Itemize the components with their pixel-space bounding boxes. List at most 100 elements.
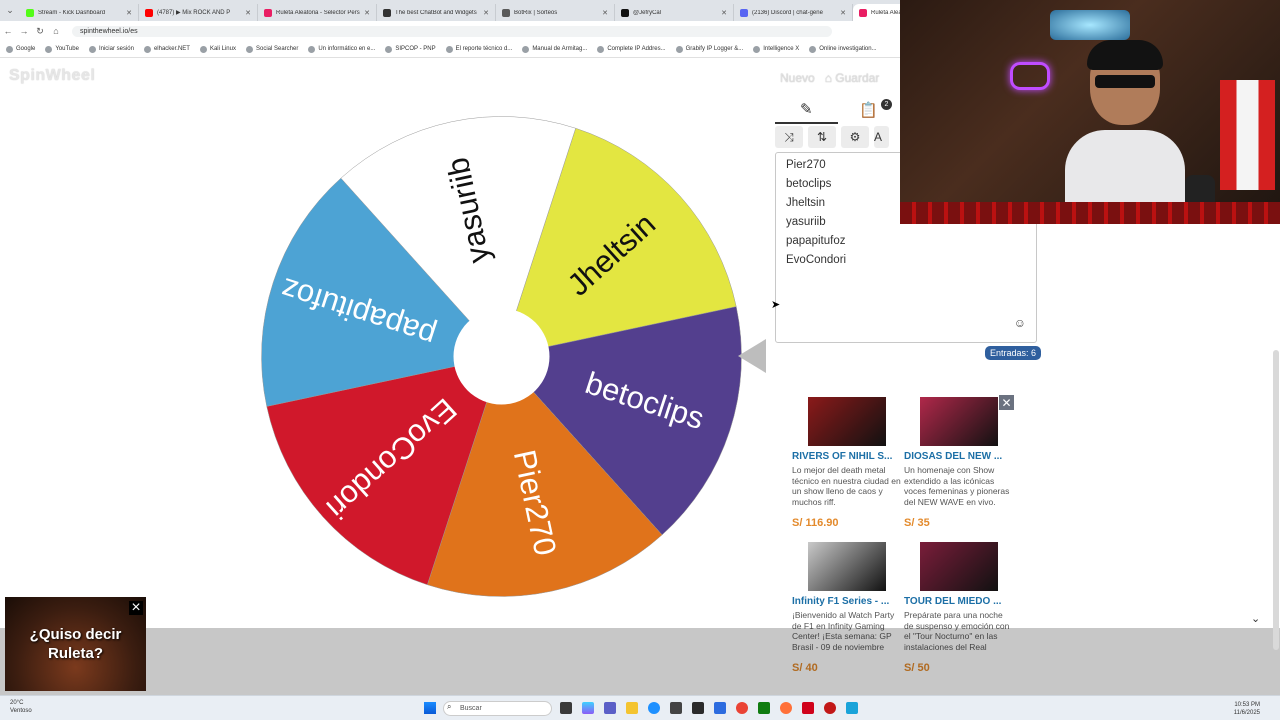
- app-icon[interactable]: [692, 702, 704, 714]
- sunglasses-shape: [1095, 75, 1155, 88]
- obs-icon[interactable]: [802, 702, 814, 714]
- bookmark-item[interactable]: Google: [6, 45, 35, 53]
- promo-line-2: Ruleta?: [47, 645, 103, 662]
- store-icon[interactable]: [670, 702, 682, 714]
- tab-close-icon[interactable]: ✕: [840, 9, 846, 17]
- taskbar-search[interactable]: Buscar: [443, 701, 552, 716]
- tab-close-icon[interactable]: ✕: [602, 9, 608, 17]
- bookmark-item[interactable]: Intelligence X: [753, 45, 799, 53]
- file-explorer-icon[interactable]: [626, 702, 638, 714]
- bookmark-item[interactable]: Social Searcher: [245, 45, 298, 53]
- settings-button[interactable]: ⚙: [841, 126, 869, 148]
- ad-title[interactable]: Infinity F1 Series - ...: [792, 596, 902, 607]
- browser-tab[interactable]: BotRix | Sorteos ✕: [496, 4, 615, 21]
- tab-edit[interactable]: ✎: [775, 96, 838, 124]
- windows-taskbar: 20°C Ventoso Buscar ⌕ 10:53 PM 11/6/2025: [0, 695, 1280, 720]
- new-button[interactable]: Nuevo: [780, 71, 815, 85]
- bookmark-favicon-icon: [308, 45, 316, 53]
- bookmark-label: El reporte técnico d...: [455, 46, 513, 52]
- ad-image[interactable]: [920, 397, 998, 446]
- browser-tab[interactable]: (2136) Discord | chat-gene ✕: [734, 4, 853, 21]
- calculator-icon[interactable]: [846, 702, 858, 714]
- teams-icon[interactable]: [604, 702, 616, 714]
- bookmark-item[interactable]: El reporte técnico d...: [445, 45, 513, 53]
- back-icon[interactable]: ←: [0, 26, 16, 36]
- bookmark-item[interactable]: Manual de Armitag...: [522, 45, 587, 53]
- vscode-icon[interactable]: [714, 702, 726, 714]
- ad-image[interactable]: [808, 542, 886, 591]
- bookmark-item[interactable]: elhacker.NET: [143, 45, 190, 53]
- save-button[interactable]: ⌂ Guardar: [825, 71, 880, 85]
- taskview-icon[interactable]: [560, 702, 572, 714]
- home-icon[interactable]: ⌂: [48, 26, 64, 36]
- xbox-icon[interactable]: [758, 702, 770, 714]
- bookmark-item[interactable]: Complete IP Addres...: [597, 45, 666, 53]
- url-input[interactable]: spinthewheel.io/es: [72, 25, 832, 37]
- wheel-svg[interactable]: JheltsinbetoclipsPier270EvoCondoripapapi…: [259, 114, 744, 599]
- bookmark-label: Grabify IP Logger &...: [685, 46, 744, 52]
- wheel-center[interactable]: [453, 308, 550, 405]
- ad-close-button[interactable]: ✕: [999, 395, 1014, 410]
- entry-line[interactable]: papapitufoz: [786, 233, 1026, 252]
- weather-widget[interactable]: 20°C Ventoso: [10, 699, 32, 715]
- bookmark-item[interactable]: SIPCOP - PNP: [385, 45, 436, 53]
- ad-card[interactable]: RIVERS OF NIHIL S... Lo mejor del death m…: [792, 397, 902, 529]
- system-clock[interactable]: 10:53 PM 11/6/2025: [1222, 701, 1260, 717]
- bookmark-label: Iniciar sesión: [98, 46, 134, 52]
- promo-close-button[interactable]: ×: [129, 600, 143, 616]
- spin-wheel[interactable]: Jheltsin betoclips Pier270 EvoCondori papapi…: [259, 114, 744, 599]
- tab-title: The best ChatBot and Widgets: [395, 9, 477, 16]
- browser-tab[interactable]: Ruleta Aleatoria - Selector Pers ✕: [258, 4, 377, 21]
- reload-icon[interactable]: ↻: [32, 26, 48, 37]
- sort-button[interactable]: ⇅: [808, 126, 836, 148]
- emoji-icon[interactable]: ☺: [1014, 316, 1026, 330]
- bookmark-item[interactable]: Online investigation...: [809, 45, 877, 53]
- bookmark-favicon-icon: [88, 45, 96, 53]
- promo-text: ¿Quiso decir Ruleta?: [5, 625, 146, 663]
- ad-card[interactable]: DIOSAS DEL NEW ... Un homenaje con Show e…: [904, 397, 1014, 529]
- entries-toolbar: ⤨ ⇅ ⚙ A: [775, 126, 900, 148]
- forward-icon[interactable]: →: [16, 26, 32, 36]
- bookmark-favicon-icon: [245, 45, 253, 53]
- shuffle-button[interactable]: ⤨: [775, 126, 803, 148]
- windows-start-icon[interactable]: [424, 702, 436, 714]
- browser-tab[interactable]: The best ChatBot and Widgets ✕: [377, 4, 496, 21]
- panel-tabs: ✎ 📋 2: [775, 96, 900, 124]
- chrome-icon[interactable]: [736, 702, 748, 714]
- chevron-down-icon[interactable]: ⌄: [1251, 612, 1260, 625]
- browser-tab[interactable]: @JefryCal ✕: [615, 4, 734, 21]
- ad-title[interactable]: TOUR DEL MIEDO ...: [904, 596, 1014, 607]
- ad-title[interactable]: RIVERS OF NIHIL S...: [792, 451, 902, 462]
- ad-image[interactable]: [920, 542, 998, 591]
- tab-close-icon[interactable]: ✕: [245, 9, 251, 17]
- tab-results[interactable]: 📋 2: [838, 96, 901, 124]
- ad-title[interactable]: DIOSAS DEL NEW ...: [904, 451, 1014, 462]
- browser-tab[interactable]: Stream - Kick Dashboard ✕: [20, 4, 139, 21]
- browser-tab[interactable]: (4787) ▶ Mix ROCK AND P ✕: [139, 4, 258, 21]
- tab-close-icon[interactable]: ✕: [364, 9, 370, 17]
- entry-line[interactable]: EvoCondori: [786, 252, 1026, 271]
- tab-list-icon[interactable]: ⌄: [0, 5, 20, 16]
- webcam-overlay: [900, 0, 1280, 224]
- tab-close-icon[interactable]: ✕: [483, 9, 489, 17]
- bookmark-item[interactable]: Iniciar sesión: [88, 45, 134, 53]
- bookmark-favicon-icon: [597, 45, 605, 53]
- copilot-icon[interactable]: [582, 702, 594, 714]
- opera-icon[interactable]: [824, 702, 836, 714]
- tab-favicon-icon: [621, 8, 629, 17]
- bookmark-item[interactable]: Un informático en e...: [308, 45, 375, 53]
- tab-close-icon[interactable]: ✕: [721, 9, 727, 17]
- app-logo[interactable]: SpinWheel: [9, 67, 95, 85]
- ad-image[interactable]: [808, 397, 886, 446]
- bookmark-item[interactable]: YouTube: [45, 45, 79, 53]
- tab-favicon-icon: [145, 8, 153, 17]
- advanced-button[interactable]: A: [874, 126, 889, 148]
- neon-controller-shape: [1010, 62, 1050, 90]
- bookmark-item[interactable]: Grabify IP Logger &...: [675, 45, 744, 53]
- firefox-icon[interactable]: [780, 702, 792, 714]
- edge-icon[interactable]: [648, 702, 660, 714]
- bookmark-item[interactable]: Kali Linux: [199, 45, 236, 53]
- tab-close-icon[interactable]: ✕: [126, 9, 132, 17]
- promo-box[interactable]: ¿Quiso decir Ruleta?: [5, 597, 146, 691]
- scrollbar-thumb[interactable]: [1273, 350, 1279, 650]
